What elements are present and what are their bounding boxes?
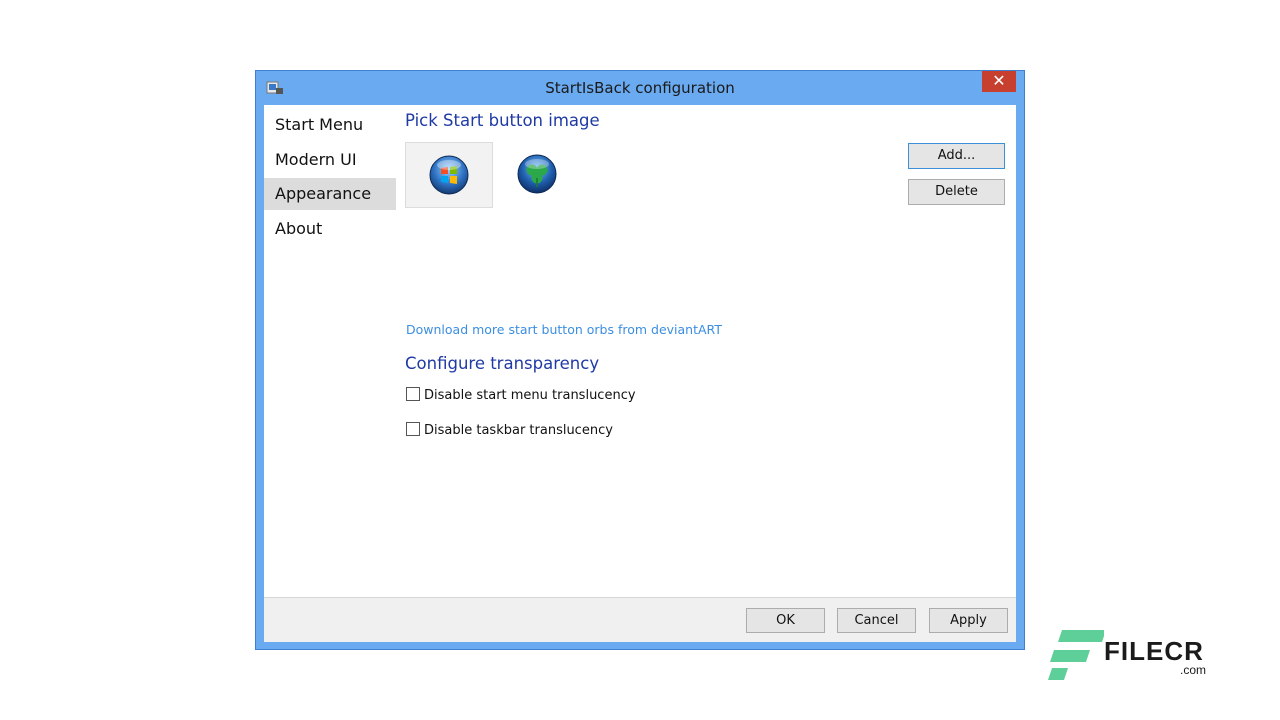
orb-option-windows[interactable]: [405, 142, 493, 208]
client-area: Start Menu Modern UI Appearance About Pi…: [264, 105, 1016, 642]
watermark-domain: .com: [1180, 663, 1207, 677]
apply-button[interactable]: Apply: [929, 608, 1008, 633]
start-menu-translucency-label: Disable start menu translucency: [424, 388, 636, 403]
filecr-logo-icon: [1048, 630, 1104, 680]
filecr-watermark: FILECR .com: [1048, 628, 1218, 684]
start-menu-translucency-option[interactable]: Disable start menu translucency: [406, 387, 636, 403]
appearance-panel: Pick Start button image Add... Delete Do…: [404, 105, 1016, 642]
taskbar-translucency-checkbox[interactable]: [406, 422, 420, 436]
start-menu-translucency-checkbox[interactable]: [406, 387, 420, 401]
add-button[interactable]: Add...: [908, 143, 1005, 169]
orb-option-shamrock[interactable]: [494, 142, 582, 208]
configure-transparency-heading: Configure transparency: [405, 354, 600, 373]
ok-button[interactable]: OK: [746, 608, 825, 633]
taskbar-translucency-label: Disable taskbar translucency: [424, 423, 613, 438]
close-icon: ✕: [992, 71, 1006, 90]
taskbar-translucency-option[interactable]: Disable taskbar translucency: [406, 422, 613, 438]
cancel-button[interactable]: Cancel: [837, 608, 916, 633]
pick-start-button-heading: Pick Start button image: [405, 111, 600, 130]
sidebar-item-appearance[interactable]: Appearance: [264, 178, 396, 210]
windows-orb-icon: [429, 155, 469, 195]
sidebar-nav: Start Menu Modern UI Appearance About: [264, 109, 396, 247]
sidebar-item-modern-ui[interactable]: Modern UI: [264, 144, 396, 176]
config-window: StartIsBack configuration ✕ Start Menu M…: [255, 70, 1025, 650]
window-title: StartIsBack configuration: [545, 79, 735, 97]
title-bar[interactable]: StartIsBack configuration ✕: [256, 71, 1024, 105]
sidebar-item-about[interactable]: About: [264, 213, 396, 245]
shamrock-orb-icon: [517, 154, 557, 194]
delete-button[interactable]: Delete: [908, 179, 1005, 205]
close-button[interactable]: ✕: [982, 71, 1016, 92]
download-orbs-link[interactable]: Download more start button orbs from dev…: [406, 322, 722, 337]
dialog-footer: OK Cancel Apply: [264, 597, 1016, 642]
sidebar-item-start-menu[interactable]: Start Menu: [264, 109, 396, 141]
